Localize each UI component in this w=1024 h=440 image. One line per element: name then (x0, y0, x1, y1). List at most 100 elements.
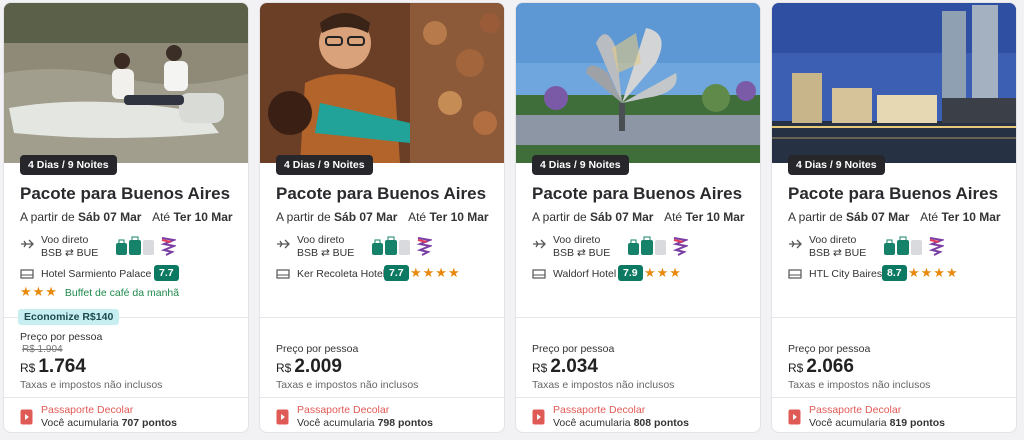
package-title[interactable]: Pacote para Buenos Aires (276, 184, 486, 204)
arrows-exchange-icon: ⇄ (576, 247, 586, 259)
hotel-name[interactable]: Ker Recoleta Hotel (297, 268, 385, 280)
plane-icon (533, 239, 546, 249)
price: R$ 1.764 (20, 356, 86, 378)
airline-logo-icon (416, 237, 432, 256)
package-title[interactable]: Pacote para Buenos Aires (20, 184, 230, 204)
points-prefix: Você acumularia (553, 417, 631, 429)
start-date: Sáb 07 Mar (590, 210, 654, 224)
destination-photo[interactable] (516, 3, 760, 163)
price-per-person-label: Preço por pessoa (20, 331, 103, 343)
divider (260, 317, 504, 318)
package-card[interactable]: 4 Dias / 9 Noites Pacote para Buenos Air… (259, 2, 505, 433)
points-value: 819 pontos (889, 417, 945, 429)
divider (516, 397, 760, 398)
hotel-name[interactable]: HTL City Baires (809, 268, 882, 280)
hotel-name[interactable]: Hotel Sarmiento Palace (41, 268, 151, 280)
hotel-score-badge: 7.7 (154, 265, 179, 281)
route-origin: BSB (41, 247, 63, 259)
package-title[interactable]: Pacote para Buenos Aires (532, 184, 742, 204)
savings-badge: Economize R$140 (18, 309, 120, 325)
hotel-stars: ★★★★ (908, 265, 959, 280)
flight-route: BSB ⇄ BUE (553, 247, 610, 259)
package-card-list: 4 Dias / 9 Noites Pacote para Buenos Air… (0, 0, 1024, 440)
amenity-label: Buffet de café da manhã (64, 287, 180, 299)
until-label: Até (664, 210, 683, 224)
flight-route: BSB ⇄ BUE (41, 247, 98, 259)
currency: R$ (532, 361, 548, 375)
divider (260, 397, 504, 398)
duration-badge: 4 Dias / 9 Noites (532, 155, 629, 175)
hotel-info: Waldorf Hotel 7.9 ★★★ (532, 265, 758, 285)
bed-icon (276, 269, 290, 279)
passport-icon (276, 409, 289, 425)
from-label: A partir de (276, 210, 331, 224)
hotel-info: Hotel Sarmiento Palace 7.7 (20, 265, 246, 285)
hotel-stars: ★★★★ (410, 265, 461, 280)
route-origin: BSB (809, 247, 831, 259)
currency: R$ (20, 361, 36, 375)
passport-points[interactable]: Passaporte Decolar Você acumularia 798 p… (276, 403, 496, 431)
end-date: Ter 10 Mar (173, 210, 233, 224)
passport-points-text: Você acumularia 707 pontos (41, 417, 177, 429)
package-title[interactable]: Pacote para Buenos Aires (788, 184, 998, 204)
until-label: Até (152, 210, 171, 224)
flight-type: Voo direto (809, 234, 857, 246)
flight-type: Voo direto (553, 234, 601, 246)
travel-dates: A partir de Sáb 07 Mar Até Ter 10 Mar (276, 210, 489, 224)
hotel-amenity: ★★★ Buffet de café da manhã (20, 284, 179, 300)
points-value: 808 pontos (633, 417, 689, 429)
price-per-person-label: Preço por pessoa (532, 343, 615, 355)
hotel-stars: ★★★ (20, 284, 58, 299)
taxes-note: Taxas e impostos não inclusos (276, 379, 419, 391)
passport-points-text: Você acumularia 798 pontos (297, 417, 433, 429)
hotel-name[interactable]: Waldorf Hotel (553, 268, 616, 280)
end-date: Ter 10 Mar (941, 210, 1001, 224)
old-price: R$ 1.904 (22, 344, 63, 355)
flight-info: Voo direto BSB ⇄ BUE (20, 234, 240, 260)
duration-badge: 4 Dias / 9 Noites (276, 155, 373, 175)
passport-title: Passaporte Decolar (41, 404, 134, 416)
airline-logo-icon (672, 237, 688, 256)
taxes-note: Taxas e impostos não inclusos (532, 379, 675, 391)
until-label: Até (408, 210, 427, 224)
duration-badge: 4 Dias / 9 Noites (20, 155, 117, 175)
start-date: Sáb 07 Mar (334, 210, 398, 224)
points-prefix: Você acumularia (41, 417, 119, 429)
route-origin: BSB (553, 247, 575, 259)
luggage-icon (628, 236, 666, 255)
passport-points[interactable]: Passaporte Decolar Você acumularia 819 p… (788, 403, 1008, 431)
taxes-note: Taxas e impostos não inclusos (20, 379, 163, 391)
hotel-stars: ★★★ (644, 265, 682, 280)
passport-icon (20, 409, 33, 425)
package-card[interactable]: 4 Dias / 9 Noites Pacote para Buenos Air… (771, 2, 1017, 433)
from-label: A partir de (532, 210, 587, 224)
destination-photo[interactable] (772, 3, 1016, 163)
travel-dates: A partir de Sáb 07 Mar Até Ter 10 Mar (532, 210, 745, 224)
passport-points-text: Você acumularia 808 pontos (553, 417, 689, 429)
package-card[interactable]: 4 Dias / 9 Noites Pacote para Buenos Air… (3, 2, 249, 433)
destination-photo[interactable] (4, 3, 248, 163)
arrows-exchange-icon: ⇄ (832, 247, 842, 259)
bed-icon (532, 269, 546, 279)
price: R$ 2.009 (276, 356, 342, 378)
passport-points[interactable]: Passaporte Decolar Você acumularia 808 p… (532, 403, 752, 431)
passport-icon (532, 409, 545, 425)
start-date: Sáb 07 Mar (78, 210, 142, 224)
from-label: A partir de (20, 210, 75, 224)
luggage-icon (372, 236, 410, 255)
hotel-score-badge: 7.9 (618, 265, 643, 281)
price-value: 2.066 (806, 356, 854, 377)
points-prefix: Você acumularia (809, 417, 887, 429)
route-origin: BSB (297, 247, 319, 259)
passport-points[interactable]: Passaporte Decolar Você acumularia 707 p… (20, 403, 240, 431)
arrows-exchange-icon: ⇄ (64, 247, 74, 259)
points-prefix: Você acumularia (297, 417, 375, 429)
divider (772, 397, 1016, 398)
destination-photo[interactable] (260, 3, 504, 163)
flight-type: Voo direto (297, 234, 345, 246)
luggage-icon (116, 236, 154, 255)
points-value: 798 pontos (377, 417, 433, 429)
package-card[interactable]: 4 Dias / 9 Noites Pacote para Buenos Air… (515, 2, 761, 433)
currency: R$ (276, 361, 292, 375)
luggage-icon (884, 236, 922, 255)
